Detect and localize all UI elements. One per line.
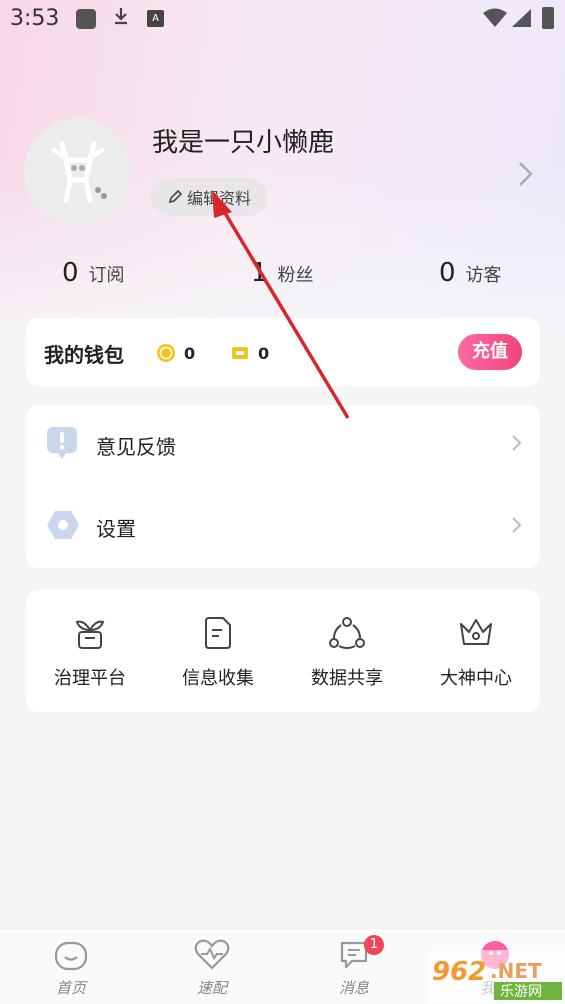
menu-label: 设置 <box>96 516 136 541</box>
coin-icon <box>157 344 175 362</box>
tool-label: 治理平台 <box>54 668 126 689</box>
ticket-value: 0 <box>258 343 270 363</box>
profile-chevron-icon[interactable] <box>516 160 534 192</box>
tool-label: 数据共享 <box>311 668 383 689</box>
feedback-icon <box>46 426 78 464</box>
menu-item-settings[interactable]: 设置 <box>26 487 540 567</box>
stat-value: 0 <box>62 258 79 288</box>
svg-text:.NET: .NET <box>490 959 542 983</box>
svg-text:乐游网: 乐游网 <box>500 984 542 1000</box>
share-nodes-icon <box>283 616 411 650</box>
download-icon <box>112 6 130 31</box>
nav-label: 首页 <box>55 979 86 997</box>
a-notification-icon: A <box>147 10 164 27</box>
message-badge: 1 <box>364 935 384 955</box>
nav-home[interactable]: 首页 <box>21 929 121 1004</box>
stat-label: 订阅 <box>88 265 125 286</box>
home-face-icon <box>21 939 121 971</box>
heart-pulse-icon <box>162 939 262 971</box>
tool-master-center[interactable]: 大神中心 <box>412 590 540 712</box>
ticket-icon <box>232 347 248 359</box>
tool-label: 信息收集 <box>182 668 254 689</box>
tool-info-collect[interactable]: 信息收集 <box>154 590 282 712</box>
chevron-right-icon <box>510 515 522 539</box>
nav-label: 消息 <box>338 979 369 997</box>
stat-subscriptions[interactable]: 0 订阅 <box>62 258 125 288</box>
ticket-balance: 0 <box>230 343 269 363</box>
svg-text:962: 962 <box>432 957 486 987</box>
menu-label: 意见反馈 <box>96 434 176 459</box>
battery-icon <box>542 7 554 29</box>
wallet-title: 我的钱包 <box>44 343 124 367</box>
menu-item-feedback[interactable]: 意见反馈 <box>26 405 540 485</box>
avatar[interactable] <box>24 118 132 226</box>
wifi-icon <box>482 8 508 32</box>
nav-match[interactable]: 速配 <box>162 929 262 1004</box>
tool-governance[interactable]: 治理平台 <box>26 590 154 712</box>
stat-followers[interactable]: 1 粉丝 <box>251 258 314 288</box>
deer-avatar-icon <box>51 141 107 203</box>
tool-data-share[interactable]: 数据共享 <box>283 590 411 712</box>
app-notification-icon <box>76 9 96 29</box>
status-time: 3:53 <box>10 6 60 31</box>
username: 我是一只小懒鹿 <box>152 128 335 158</box>
settings-icon <box>46 509 80 545</box>
edit-profile-label: 编辑资料 <box>186 189 251 208</box>
stat-value: 1 <box>251 258 268 288</box>
pencil-icon <box>168 189 183 204</box>
stat-label: 访客 <box>465 265 502 286</box>
chevron-right-icon <box>510 433 522 457</box>
tools-card: 治理平台 信息收集 数据共享 大神中心 <box>26 590 540 712</box>
coin-balance: 0 <box>156 343 195 363</box>
nav-label: 速配 <box>196 979 227 997</box>
status-bar: 3:53 A <box>0 0 565 38</box>
plant-pot-icon <box>26 616 154 650</box>
stat-label: 粉丝 <box>277 265 314 286</box>
stat-visitors[interactable]: 0 访客 <box>439 258 502 288</box>
nav-messages[interactable]: 1 消息 <box>304 929 404 1004</box>
message-icon <box>304 939 404 971</box>
wallet-card[interactable]: 我的钱包 0 0 充值 <box>26 318 540 386</box>
crown-icon <box>412 616 540 648</box>
watermark-logo: 962 .NET 乐游网 <box>428 950 565 1002</box>
document-icon <box>154 616 282 650</box>
recharge-button[interactable]: 充值 <box>458 334 522 370</box>
signal-icon <box>510 8 532 32</box>
edit-profile-button[interactable]: 编辑资料 <box>150 178 268 216</box>
menu-card: 意见反馈 设置 <box>26 405 540 568</box>
tool-label: 大神中心 <box>440 668 512 689</box>
coin-value: 0 <box>184 343 196 363</box>
stat-value: 0 <box>439 258 456 288</box>
